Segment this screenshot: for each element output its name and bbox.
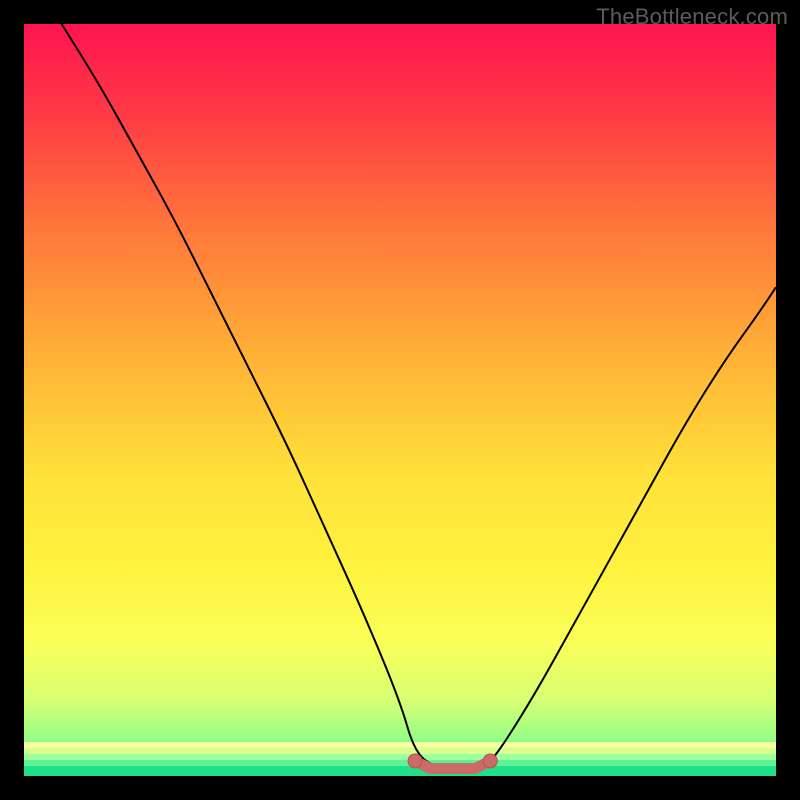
chart-frame: TheBottleneck.com bbox=[0, 0, 800, 800]
gradient-band bbox=[24, 760, 776, 766]
gradient-band bbox=[24, 766, 776, 776]
watermark-text: TheBottleneck.com bbox=[596, 4, 788, 30]
gradient-band bbox=[24, 742, 776, 748]
gradient-background bbox=[24, 24, 776, 776]
plateau-end-dot bbox=[408, 754, 422, 768]
bottleneck-chart bbox=[24, 24, 776, 776]
plateau-end-dot bbox=[483, 754, 497, 768]
gradient-band bbox=[24, 748, 776, 754]
plot-area bbox=[24, 24, 776, 776]
gradient-band bbox=[24, 754, 776, 760]
bottom-green-bands bbox=[24, 742, 776, 776]
